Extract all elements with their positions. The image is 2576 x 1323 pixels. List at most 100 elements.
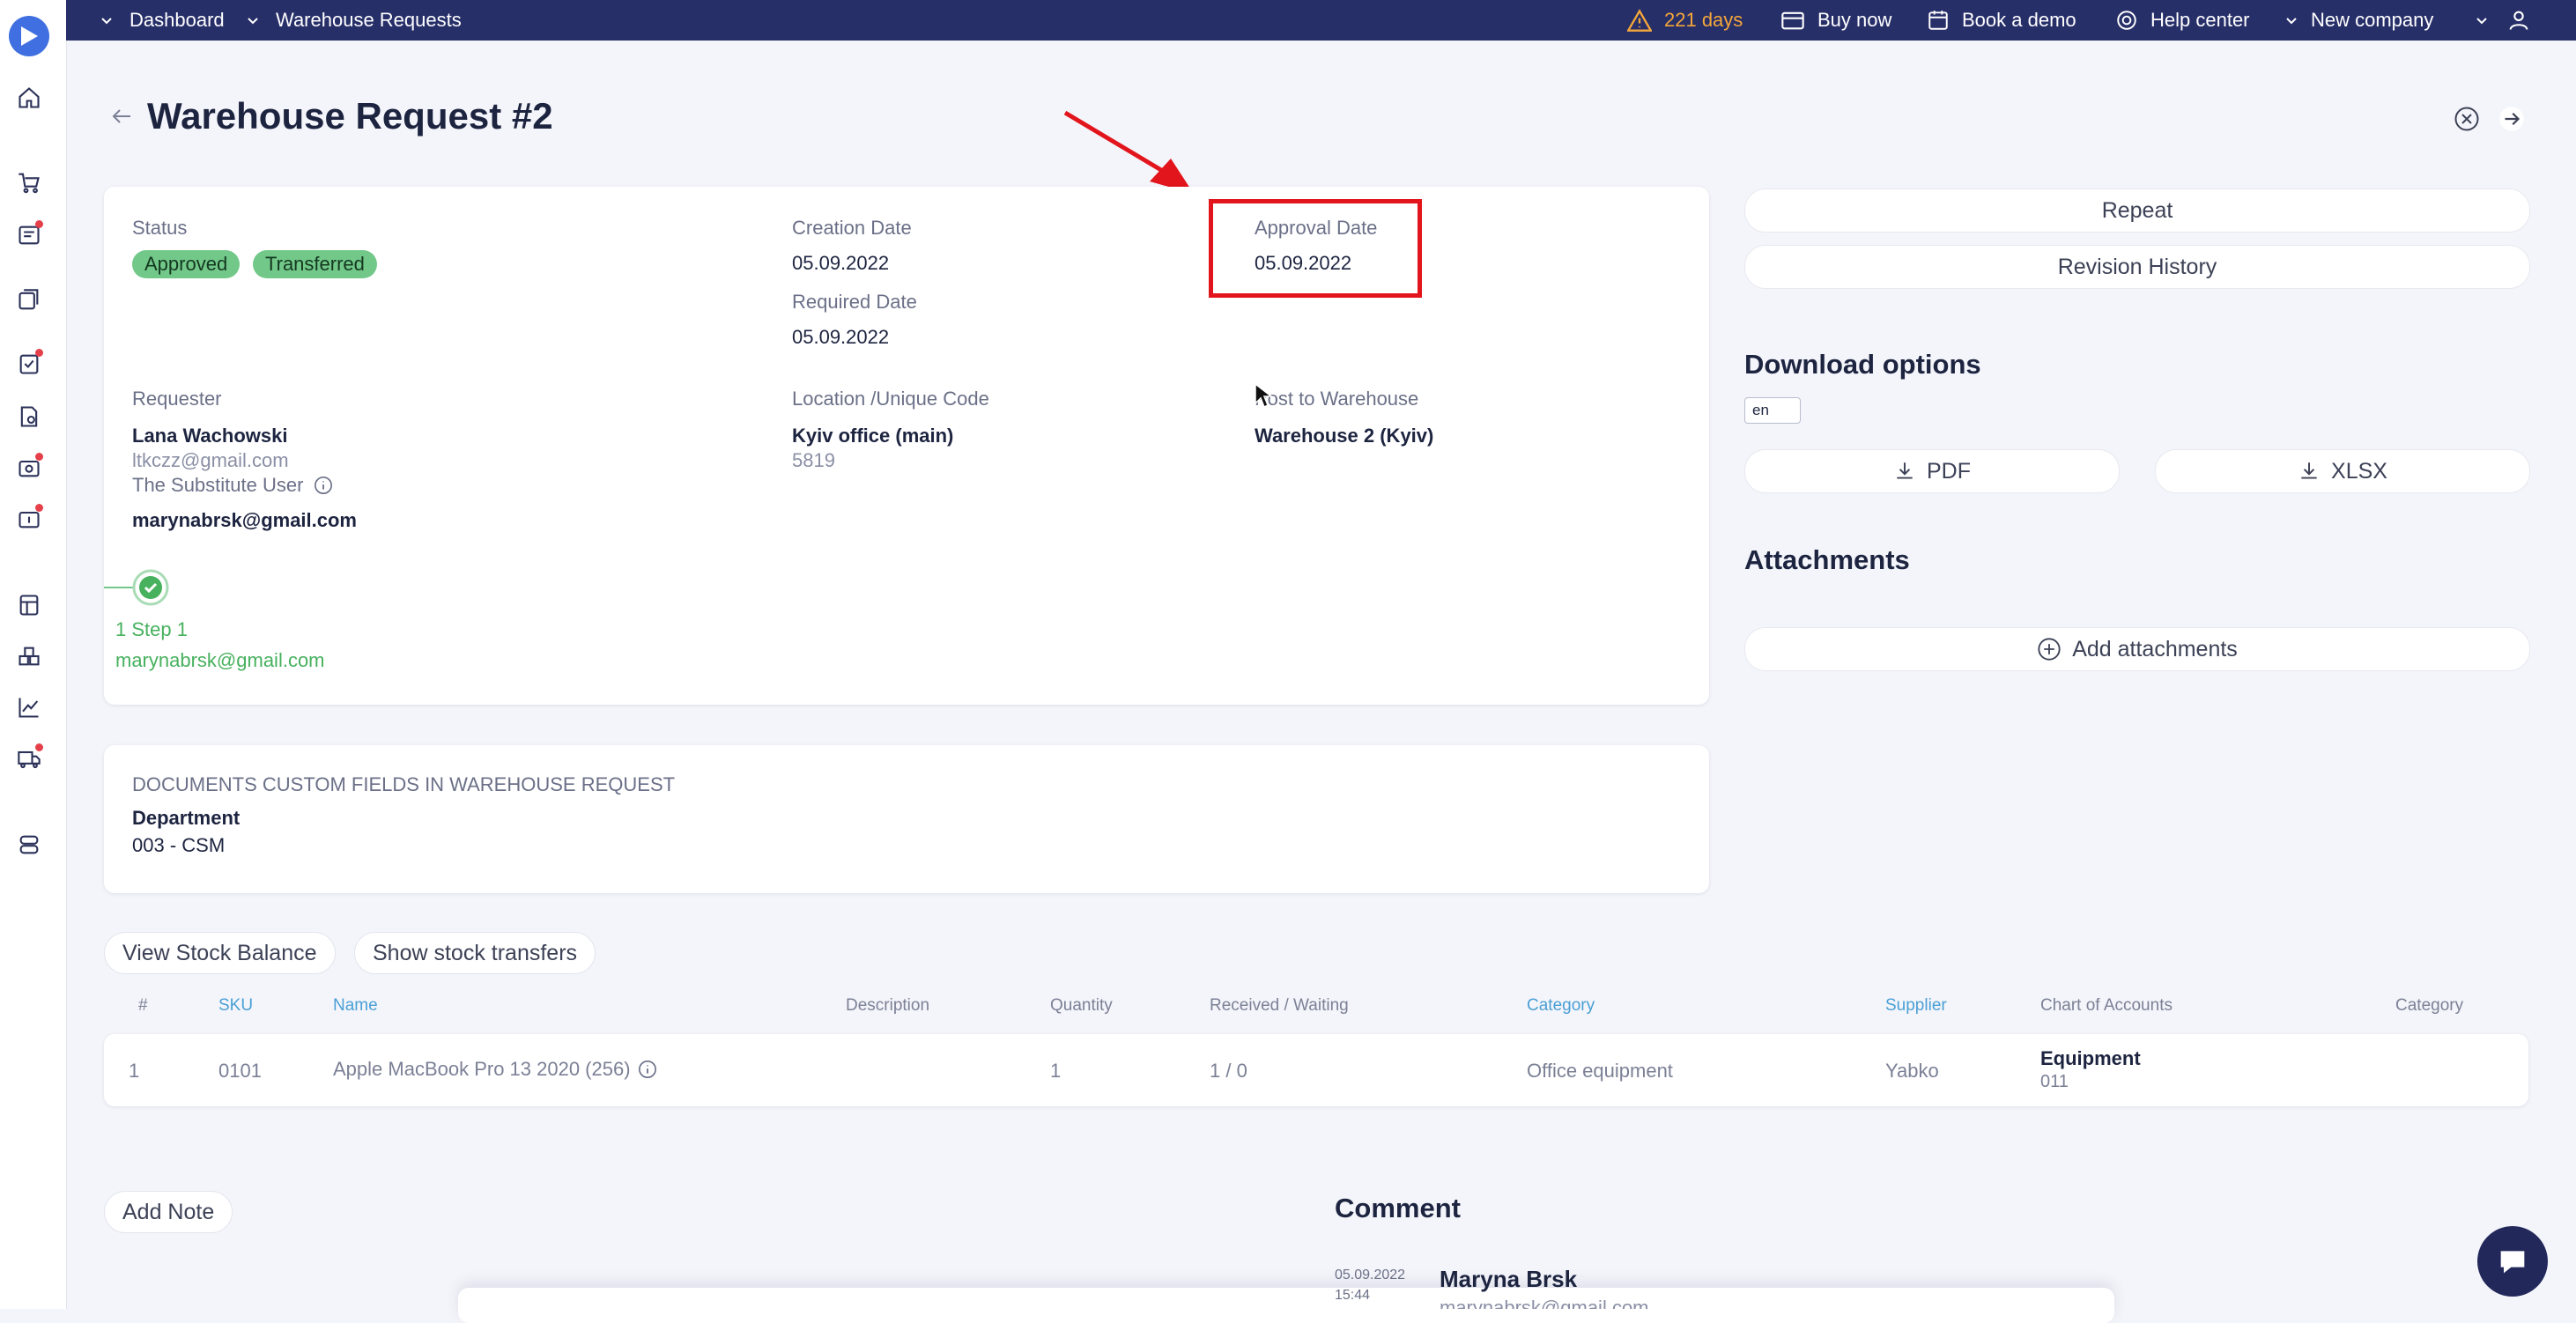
page-title: Warehouse Request #2 <box>147 95 553 137</box>
custom-fields-card <box>104 745 1709 893</box>
close-circle-icon[interactable] <box>2454 106 2480 137</box>
revision-history-button[interactable]: Revision History <box>1744 245 2530 289</box>
download-pdf-button[interactable]: PDF <box>1744 449 2120 493</box>
payments-icon[interactable] <box>14 453 44 483</box>
cart-icon[interactable] <box>14 167 44 197</box>
row-received-waiting: 1 / 0 <box>1210 1060 1247 1082</box>
department-label: Department <box>132 807 241 829</box>
requests-icon[interactable] <box>14 220 44 250</box>
substitute-user-email: marynabrsk@gmail.com <box>132 509 357 531</box>
language-select[interactable]: en <box>1744 397 1801 424</box>
user-icon <box>2509 11 2528 30</box>
row-sku: 0101 <box>218 1060 262 1082</box>
requester-label: Requester <box>132 388 222 410</box>
custom-fields-heading: DOCUMENTS CUSTOM FIELDS IN WAREHOUSE REQ… <box>132 773 676 795</box>
comment-card <box>458 1288 2114 1323</box>
info-icon[interactable] <box>638 1060 657 1079</box>
book-demo-link[interactable]: Book a demo <box>1927 0 2076 41</box>
trial-days-text: 221 days <box>1664 9 1743 31</box>
view-stock-balance-button[interactable]: View Stock Balance <box>104 932 336 974</box>
dashboard-dropdown[interactable]: Dashboard <box>100 0 225 41</box>
chevron-down-icon <box>2476 18 2487 25</box>
row-quantity: 1 <box>1050 1060 1062 1082</box>
approval-date-highlight <box>1209 199 1422 298</box>
substitute-user-row: The Substitute User <box>132 474 333 497</box>
requester-name: Lana Wachowski <box>132 425 288 447</box>
row-name: Apple MacBook Pro 13 2020 (256) <box>333 1058 631 1080</box>
approvals-icon[interactable] <box>14 349 44 379</box>
company-dropdown[interactable]: New company <box>2284 0 2433 41</box>
calendar-icon <box>1928 11 1948 30</box>
app-logo-icon[interactable] <box>9 16 49 56</box>
step-email: marynabrsk@gmail.com <box>115 649 325 671</box>
download-icon <box>2301 462 2317 479</box>
back-arrow-icon[interactable] <box>109 106 134 131</box>
analytics-icon[interactable] <box>14 692 44 722</box>
notification-dot <box>35 220 43 228</box>
post-warehouse-label: Post to Warehouse <box>1255 388 1419 410</box>
status-badge-approved: Approved <box>132 250 241 278</box>
column-header-quantity: Quantity <box>1050 996 1113 1015</box>
add-note-button[interactable]: Add Note <box>104 1191 233 1233</box>
plus-circle-icon <box>2038 638 2061 661</box>
top-bar: Dashboard Warehouse Requests 221 days Bu… <box>66 0 2576 41</box>
location-label: Location /Unique Code <box>792 388 989 410</box>
breadcrumb-dashboard[interactable]: Dashboard <box>130 9 225 32</box>
invoices-icon[interactable] <box>14 402 44 432</box>
approval-date-label: Approval Date <box>1255 217 1378 239</box>
column-header-received-waiting: Received / Waiting <box>1210 996 1349 1015</box>
card-icon <box>1781 11 1804 30</box>
chat-icon <box>2500 1251 2525 1274</box>
info-icon[interactable] <box>314 476 333 495</box>
warning-icon <box>1627 9 1652 32</box>
status-badge-transferred: Transferred <box>253 250 377 278</box>
chevron-down-icon <box>248 18 258 25</box>
add-attachments-button[interactable]: Add attachments <box>1744 627 2530 671</box>
notification-dot <box>35 349 43 357</box>
documents-icon[interactable] <box>14 285 44 315</box>
cash-icon[interactable] <box>14 504 44 534</box>
row-supplier: Yabko <box>1885 1060 1939 1082</box>
annotation-arrow-icon <box>1063 110 1194 194</box>
step-label: 1 Step 1 <box>115 618 188 640</box>
row-account-name: Equipment <box>2040 1047 2141 1069</box>
department-value: 003 - CSM <box>132 834 226 856</box>
help-center-link[interactable]: Help center <box>2115 0 2250 41</box>
column-header-name[interactable]: Name <box>333 996 378 1016</box>
comment-author-email: marynabrsk@gmail.com <box>1440 1297 1649 1309</box>
status-label: Status <box>132 217 188 239</box>
budget-icon[interactable] <box>14 590 44 620</box>
breadcrumb-current-dropdown[interactable]: Warehouse Requests <box>246 0 462 41</box>
step-check-icon <box>132 569 169 610</box>
comment-time: 15:44 <box>1335 1288 1371 1303</box>
required-date-value: 05.09.2022 <box>792 326 890 348</box>
sidebar-rail <box>0 0 67 1309</box>
home-icon[interactable] <box>14 83 44 113</box>
column-header-category-2: Category <box>2395 996 2464 1015</box>
trial-days-indicator[interactable]: 221 days <box>1627 0 1743 41</box>
column-header-category[interactable]: Category <box>1527 996 1595 1016</box>
location-code: 5819 <box>792 449 835 471</box>
download-xlsx-button[interactable]: XLSX <box>2155 449 2530 493</box>
lifebuoy-icon <box>2117 11 2136 30</box>
show-stock-transfers-button[interactable]: Show stock transfers <box>354 932 596 974</box>
notification-dot <box>35 504 43 512</box>
comment-date: 05.09.2022 <box>1335 1268 1406 1282</box>
breadcrumb-warehouse-requests[interactable]: Warehouse Requests <box>276 9 462 32</box>
requester-email: ltkczz@gmail.com <box>132 449 289 471</box>
chat-widget-button[interactable] <box>2477 1226 2548 1297</box>
download-options-heading: Download options <box>1744 349 1981 380</box>
substitute-user-label: The Substitute User <box>132 474 304 496</box>
column-header-supplier[interactable]: Supplier <box>1885 996 1947 1016</box>
settings-stack-icon[interactable] <box>14 830 44 860</box>
delivery-icon[interactable] <box>14 743 44 773</box>
row-category: Office equipment <box>1527 1060 1673 1082</box>
notification-dot <box>35 743 43 751</box>
column-header-sku[interactable]: SKU <box>218 996 253 1016</box>
warehouse-icon[interactable] <box>14 641 44 671</box>
repeat-button[interactable]: Repeat <box>1744 188 2530 233</box>
next-arrow-icon[interactable] <box>2498 106 2525 137</box>
approval-date-value: 05.09.2022 <box>1255 252 1352 274</box>
buy-now-link[interactable]: Buy now <box>1780 0 1891 41</box>
user-menu[interactable] <box>2475 0 2531 41</box>
